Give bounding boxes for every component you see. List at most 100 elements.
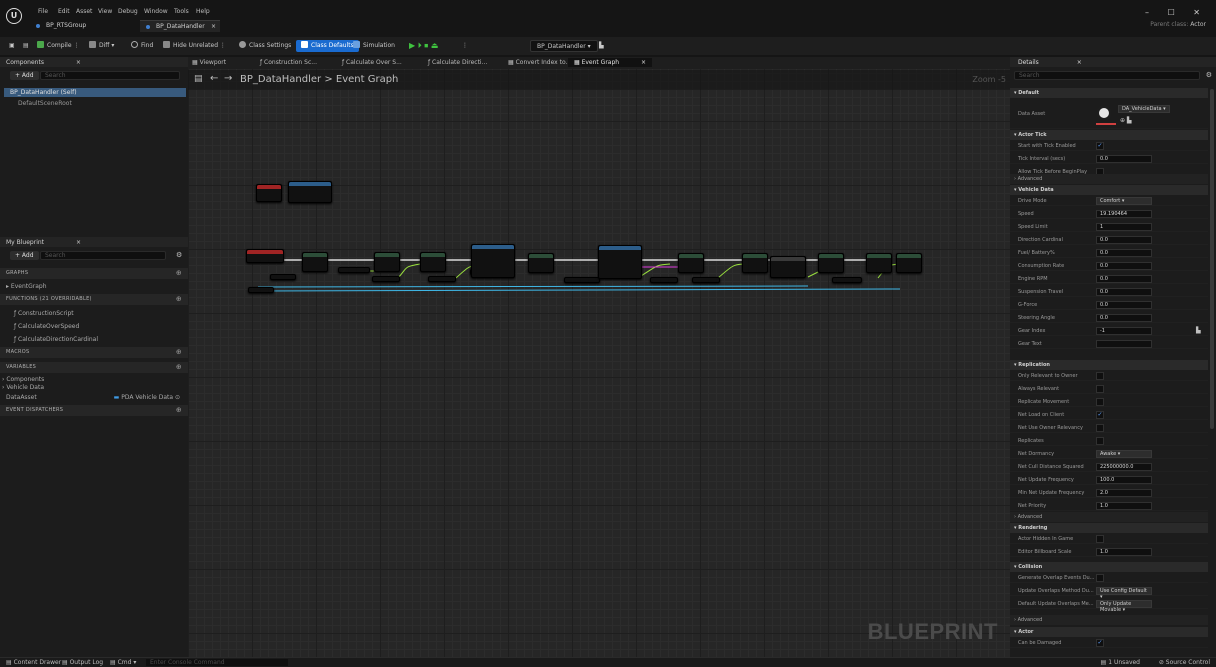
gear-icon[interactable]: ⚙ — [176, 251, 182, 259]
property-value-field[interactable]: 0.0 — [1096, 262, 1152, 270]
property-checkbox[interactable] — [1096, 437, 1104, 445]
node-get-variable[interactable] — [372, 276, 400, 282]
output-log-button[interactable]: ▤ Output Log — [62, 659, 103, 666]
menu-help[interactable]: Help — [196, 8, 210, 15]
play-controls[interactable]: ▶ ⏵ ⏹ ⏏ — [406, 40, 441, 52]
content-drawer-button[interactable]: ▤ Content Drawer — [6, 659, 61, 666]
node-get-variable[interactable] — [832, 277, 862, 283]
browse-icon[interactable]: ▤ — [20, 40, 32, 52]
section-event-dispatchers[interactable]: EVENT DISPATCHERS ⊕ — [0, 405, 188, 416]
add-member-button[interactable]: + Add — [10, 251, 39, 260]
section-variables[interactable]: VARIABLES ⊕ — [0, 362, 188, 373]
unreal-logo-icon[interactable]: U — [6, 8, 22, 24]
property-checkbox[interactable] — [1096, 385, 1104, 393]
property-value-field[interactable]: 0.0 — [1096, 155, 1152, 163]
property-value-field[interactable]: 0.0 — [1096, 288, 1152, 296]
property-value-field[interactable]: 1.0 — [1096, 502, 1152, 510]
property-dropdown[interactable]: Awake ▾ — [1096, 450, 1152, 458]
node-get-variable[interactable] — [650, 277, 678, 283]
property-checkbox[interactable] — [1096, 574, 1104, 582]
menu-edit[interactable]: Edit — [58, 8, 70, 15]
node-set-variable[interactable] — [818, 253, 844, 273]
source-control-button[interactable]: ⊘ Source Control — [1159, 659, 1210, 666]
node-calculate-function[interactable] — [598, 245, 642, 279]
settings-icon[interactable]: ⚙ — [1206, 71, 1212, 79]
property-dropdown[interactable]: Comfort ▾ — [1096, 197, 1152, 205]
diff-button[interactable]: Diff ▾ — [86, 40, 117, 52]
property-checkbox[interactable]: ✓ — [1096, 142, 1104, 150]
window-controls[interactable]: – ☐ ✕ — [1145, 8, 1208, 17]
section-collision[interactable]: ▾ Collision — [1010, 562, 1208, 572]
node-convert[interactable] — [770, 256, 806, 278]
component-default-scene-root[interactable]: DefaultSceneRoot — [18, 100, 72, 107]
my-blueprint-tab[interactable]: My Blueprint × — [0, 237, 188, 247]
cmd-dropdown[interactable]: ▤ Cmd ▾ — [110, 659, 136, 666]
menu-asset[interactable]: Asset — [76, 8, 92, 15]
menu-debug[interactable]: Debug — [118, 8, 138, 15]
property-checkbox[interactable]: ✓ — [1096, 639, 1104, 647]
property-value-field[interactable]: 0.0 — [1096, 301, 1152, 309]
variable-group-components[interactable]: › Components — [2, 376, 44, 383]
details-scrollbar[interactable] — [1210, 89, 1214, 429]
node-get-variable[interactable] — [564, 277, 600, 283]
section-actor-tick[interactable]: ▾ Actor Tick — [1010, 130, 1208, 140]
add-variable-icon[interactable]: ⊕ — [176, 363, 182, 371]
components-tab[interactable]: Components × — [0, 57, 188, 67]
function-calculate-over-speed[interactable]: ƒ CalculateOverSpeed — [14, 323, 79, 330]
property-checkbox[interactable]: ✓ — [1096, 411, 1104, 419]
components-search-input[interactable]: Search — [40, 71, 180, 80]
doc-tab-bp-rtsgroup[interactable]: BP_RTSGroup — [30, 20, 140, 32]
section-macros[interactable]: MACROS ⊕ — [0, 347, 188, 358]
hide-unrelated-button[interactable]: Hide Unrelated ⋮ — [160, 40, 229, 52]
asset-thumbnail[interactable] — [1096, 105, 1112, 121]
property-dropdown[interactable]: Only Update Movable ▾ — [1096, 600, 1152, 613]
data-asset-picker[interactable]: DA_VehicleData ▾ — [1118, 105, 1170, 113]
section-rendering[interactable]: ▾ Rendering — [1010, 523, 1208, 533]
node-set-variable[interactable] — [420, 252, 446, 272]
property-value-field[interactable]: 225000000.0 — [1096, 463, 1152, 471]
eye-icon[interactable]: ⊙ — [175, 394, 180, 401]
node-set-variable[interactable] — [742, 253, 768, 273]
node-set-variable[interactable] — [302, 252, 328, 272]
node-get-variable[interactable] — [428, 276, 456, 282]
property-value-field[interactable]: 1 — [1096, 223, 1152, 231]
close-icon[interactable]: × — [211, 23, 216, 30]
details-search-input[interactable]: Search — [1014, 71, 1200, 80]
debug-filter-icon[interactable]: ▙ — [596, 40, 607, 52]
property-value-field[interactable]: -1 — [1096, 327, 1152, 335]
browse-asset-icon[interactable]: ⊕ ▙ — [1120, 117, 1132, 124]
debug-target-dropdown[interactable]: BP_DataHandler ▾ — [530, 40, 598, 52]
my-blueprint-search-input[interactable]: Search — [40, 251, 166, 260]
add-dispatcher-icon[interactable]: ⊕ — [176, 406, 182, 414]
unsaved-indicator[interactable]: ▤ 1 Unsaved — [1101, 659, 1140, 666]
section-functions[interactable]: FUNCTIONS (21 OVERRIDABLE) ⊕ — [0, 294, 188, 305]
property-value-field[interactable]: 0.0 — [1096, 249, 1152, 257]
property-value-field[interactable] — [1096, 340, 1152, 348]
property-value-field[interactable]: 100.0 — [1096, 476, 1152, 484]
function-calculate-direction-cardinal[interactable]: ƒ CalculateDirectionCardinal — [14, 336, 98, 343]
node-get-variable[interactable] — [270, 274, 296, 280]
node-get-variable[interactable] — [338, 267, 370, 273]
property-value-field[interactable]: 2.0 — [1096, 489, 1152, 497]
property-value-field[interactable]: 0.0 — [1096, 275, 1152, 283]
doc-tab-bp-datahandler[interactable]: BP_DataHandler × — [140, 20, 220, 32]
class-settings-button[interactable]: Class Settings — [236, 40, 294, 52]
property-value-field[interactable]: 0.0 — [1096, 236, 1152, 244]
more-icon[interactable]: ⋮ — [459, 40, 471, 52]
node-event[interactable] — [256, 184, 282, 202]
section-vehicle-data[interactable]: ▾ Vehicle Data — [1010, 185, 1208, 195]
menu-file[interactable]: File — [38, 8, 48, 15]
property-value-field[interactable]: 0.0 — [1096, 314, 1152, 322]
property-checkbox[interactable] — [1096, 535, 1104, 543]
add-function-icon[interactable]: ⊕ — [176, 295, 182, 303]
variable-group-vehicle-data[interactable]: › Vehicle Data — [2, 384, 44, 391]
save-icon[interactable]: ▣ — [6, 40, 18, 52]
node-function-call[interactable] — [288, 181, 332, 203]
node-get-variable[interactable] — [692, 277, 720, 283]
property-value-field[interactable]: 19.190464 — [1096, 210, 1152, 218]
find-button[interactable]: Find — [128, 40, 156, 52]
section-graphs[interactable]: GRAPHS ⊕ — [0, 268, 188, 279]
compile-button[interactable]: Compile ⋮ — [34, 40, 82, 52]
graph-event-graph[interactable]: ▸ EventGraph — [6, 283, 47, 290]
section-actor[interactable]: ▾ Actor — [1010, 627, 1208, 637]
